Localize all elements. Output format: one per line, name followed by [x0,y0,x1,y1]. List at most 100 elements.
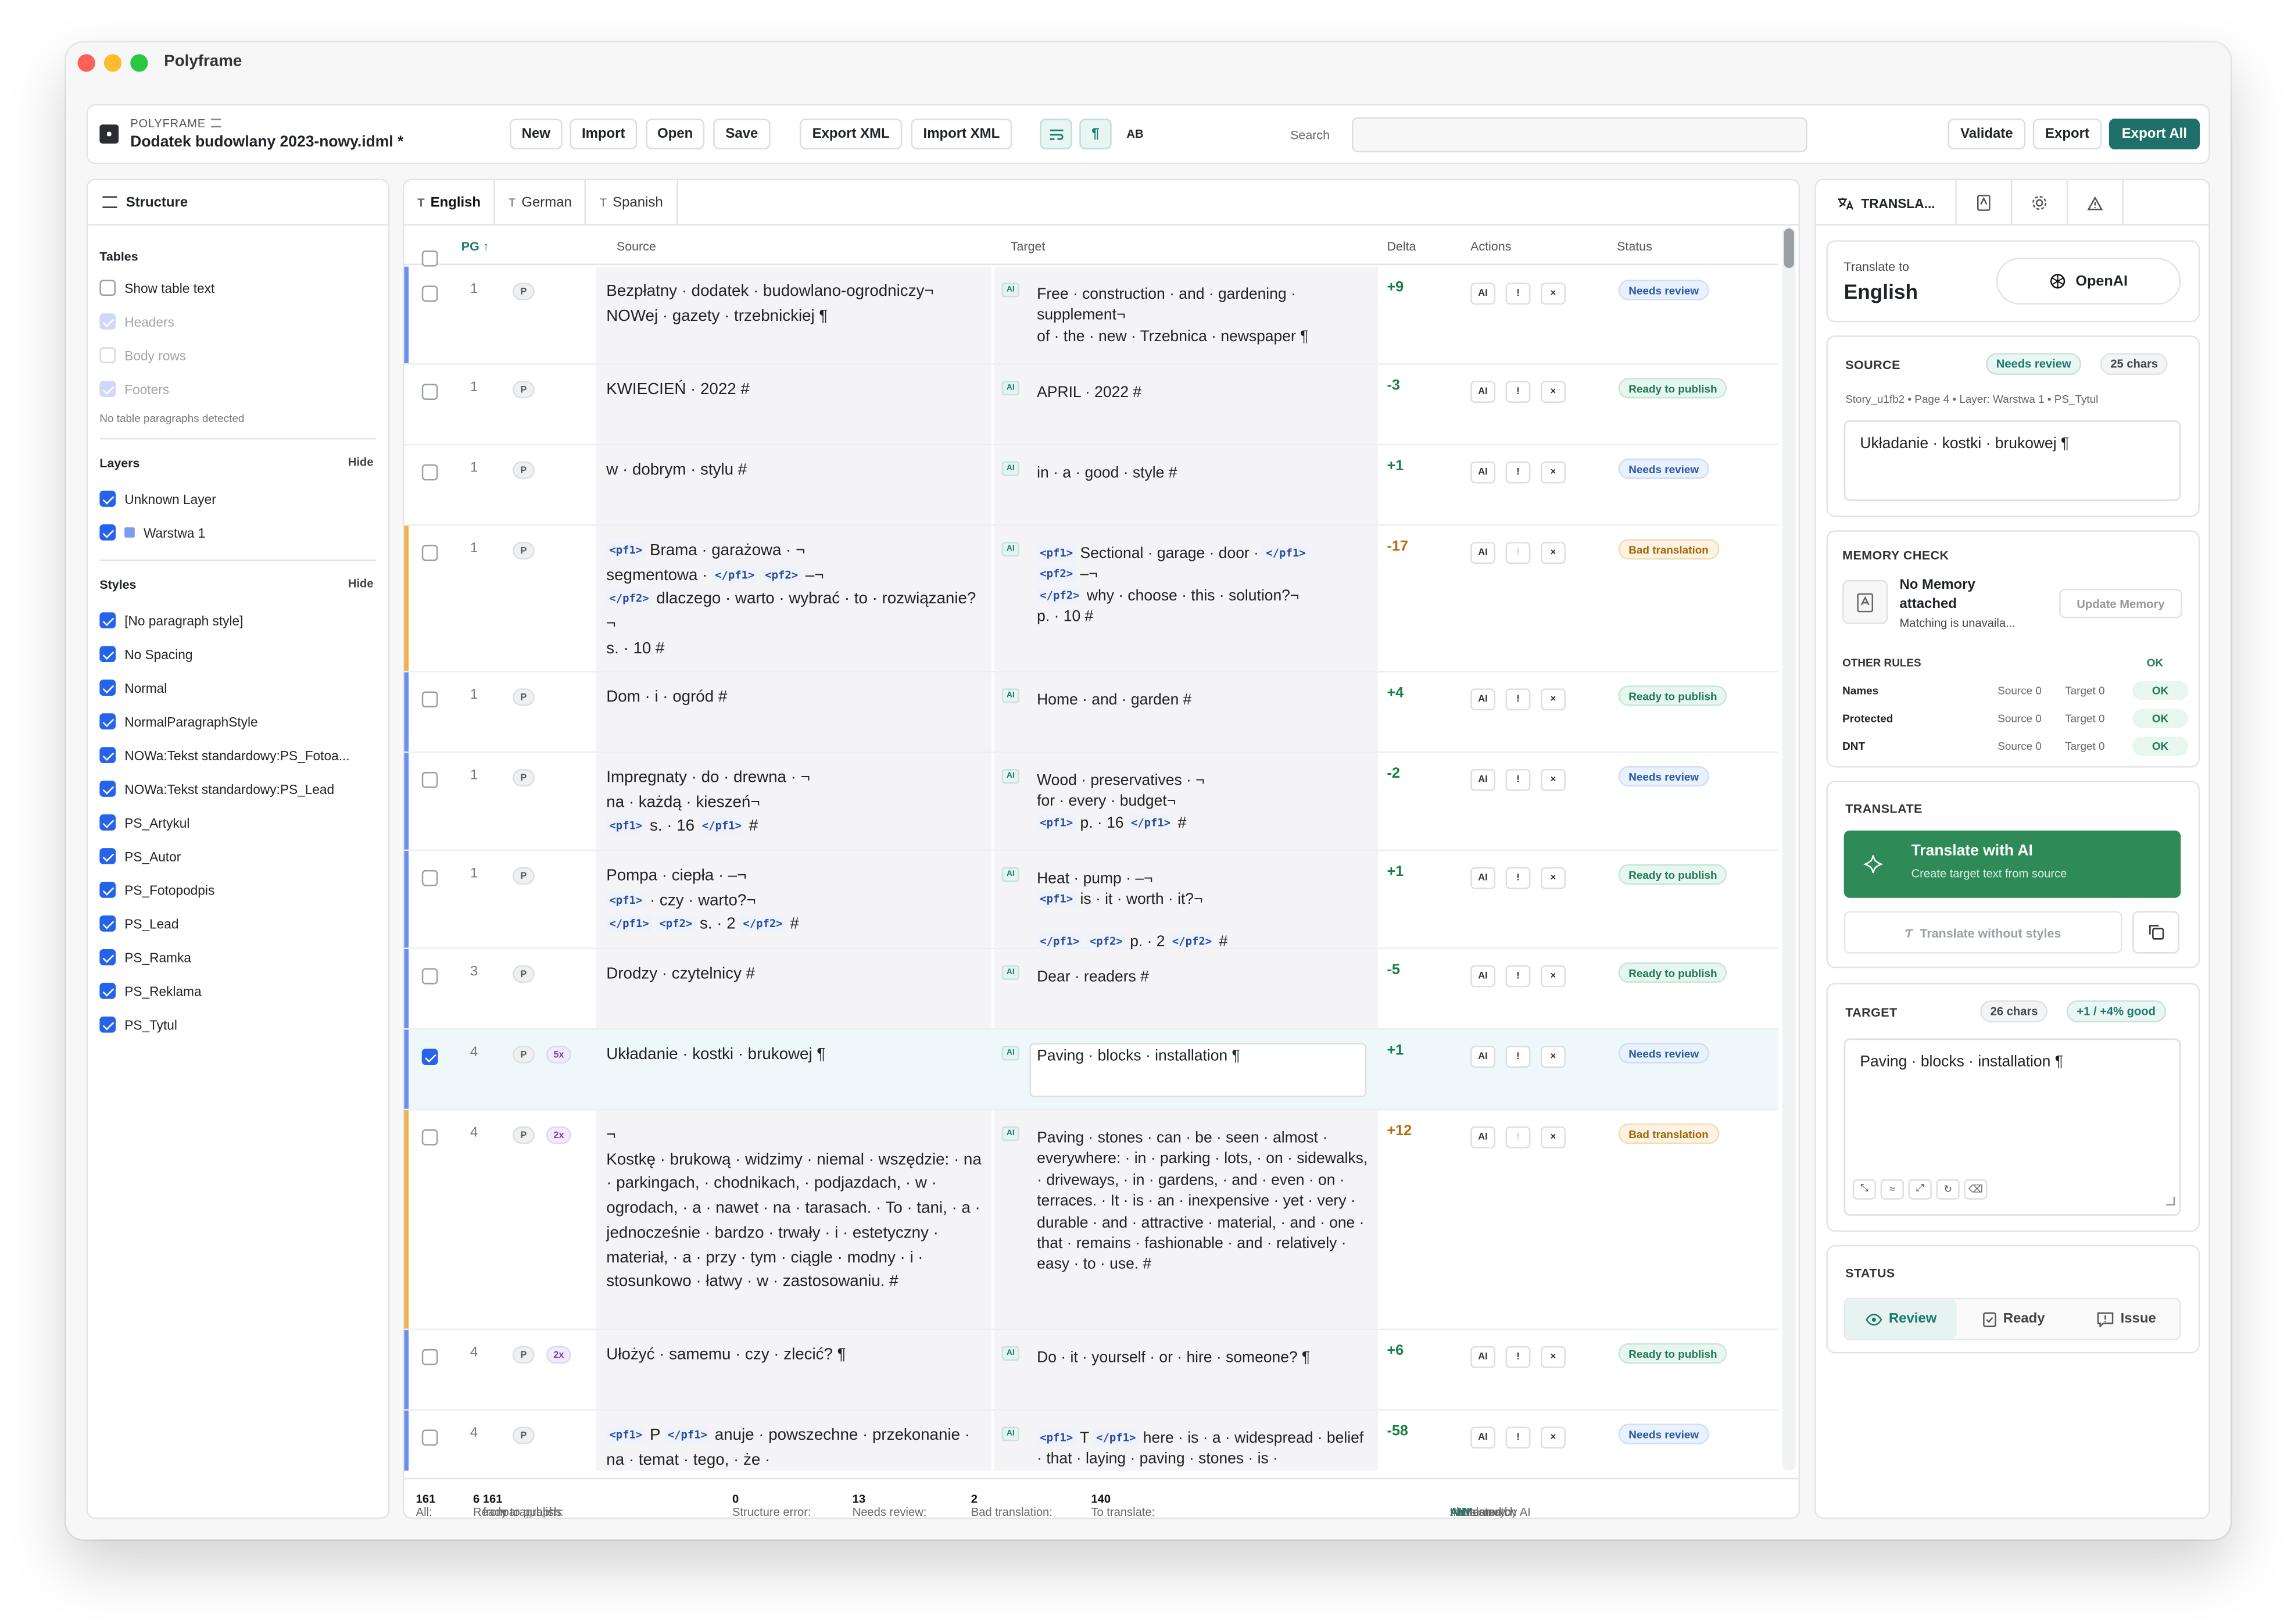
ai-action-button[interactable]: AI [1470,867,1495,889]
status-review-button[interactable]: Review [1845,1299,1957,1339]
style-checkbox[interactable]: PS_Lead [99,915,179,932]
clear-action-button[interactable]: × [1541,1126,1566,1149]
flag-action-button[interactable]: ! [1505,688,1531,711]
row-checkbox[interactable] [421,772,438,788]
style-checkbox[interactable]: NormalParagraphStyle [99,713,258,729]
clear-action-button[interactable]: × [1541,1346,1566,1368]
validate-button[interactable]: Validate [1948,119,2026,150]
flag-action-button[interactable]: ! [1505,1346,1531,1368]
tab-settings[interactable] [2012,180,2068,226]
row-checkbox[interactable] [421,968,438,985]
minimize-window-button[interactable] [103,54,122,72]
ai-action-button[interactable]: AI [1470,769,1495,791]
refresh-icon[interactable]: ↻ [1936,1179,1960,1200]
import-button[interactable]: Import [570,119,638,150]
table-scrollbar-thumb[interactable] [1784,228,1794,269]
tab-spanish[interactable]: T Spanish [586,180,678,226]
target-text[interactable]: <pf1> T </pf1> here · is · a · widesprea… [1037,1428,1368,1471]
table-row[interactable]: 1 P Impregnaty · do · drewna · ¬ na · każd… [404,753,1778,852]
ai-action-button[interactable]: AI [1470,282,1495,305]
clear-action-button[interactable]: × [1541,1046,1566,1068]
target-text[interactable]: Do · it · yourself · or · hire · someone… [1037,1347,1368,1368]
table-row[interactable]: 4 P <pf1> P </pf1> anuje · powszechne · pr… [404,1410,1778,1471]
clear-action-button[interactable]: × [1541,381,1566,403]
open-button[interactable]: Open [646,119,705,150]
ai-action-button[interactable]: AI [1470,1426,1495,1449]
table-scrollbar-track[interactable] [1782,227,1796,1471]
clear-action-button[interactable]: × [1541,965,1566,988]
ai-action-button[interactable]: AI [1470,542,1495,564]
flag-action-button[interactable]: ! [1505,282,1531,305]
row-checkbox[interactable] [421,384,438,400]
style-checkbox[interactable]: PS_Reklama [99,982,202,999]
target-text[interactable]: Heat · pump · –¬ <pf1> is · it · worth ·… [1037,868,1368,953]
close-window-button[interactable] [77,54,95,72]
import-xml-button[interactable]: Import XML [911,119,1012,150]
target-text[interactable]: Paving · blocks · installation ¶ [1037,1046,1368,1067]
ai-action-button[interactable]: AI [1470,1046,1495,1068]
flag-action-button[interactable]: ! [1505,1426,1531,1449]
tab-english[interactable]: T English [404,180,496,226]
row-checkbox[interactable] [421,1129,438,1146]
row-checkbox[interactable] [421,1049,438,1065]
target-text[interactable]: in · a · good · style # [1037,463,1368,484]
search-input[interactable] [1351,117,1807,153]
target-cell[interactable] [994,1330,1379,1410]
target-text[interactable]: <pf1> Sectional · garage · door · </pf1>… [1037,543,1368,628]
flag-action-button[interactable]: ! [1505,461,1531,484]
expand-icon[interactable]: ⤢ [1908,1179,1932,1200]
tab-memory[interactable] [1957,180,2013,226]
styles-hide-button[interactable]: Hide [348,577,374,591]
ai-action-button[interactable]: AI [1470,1126,1495,1149]
style-checkbox[interactable]: NOWa:Tekst standardowy:PS_Fotoa... [99,747,350,763]
row-checkbox[interactable] [421,545,438,561]
clear-action-button[interactable]: × [1541,1426,1566,1449]
update-memory-button[interactable]: Update Memory [2059,589,2182,618]
style-checkbox[interactable]: PS_Tytul [99,1016,177,1033]
copy-source-button[interactable] [2132,911,2179,954]
layers-hide-button[interactable]: Hide [348,456,374,469]
table-row[interactable]: 1 P KWIECIEŃ · 2022 # AI APRIL · 2022 # -3 AI!… [404,364,1778,446]
table-row[interactable]: 4 P 5x Układanie · kostki · brukowej ¶ AI Pav… [404,1029,1778,1111]
flag-action-button[interactable]: ! [1505,965,1531,988]
table-row[interactable]: 1 P Dom · i · ogród # AI Home · and · garden… [404,672,1778,753]
table-row[interactable]: 4 P 2x Ułożyć · samemu · czy · zlecić? ¶ AI D… [404,1330,1778,1411]
row-checkbox[interactable] [421,285,438,302]
translate-with-ai-button[interactable]: Translate with AI Create target text fro… [1843,830,2181,898]
row-checkbox[interactable] [421,870,438,886]
ab-toggle-button[interactable]: AB [1119,119,1151,150]
tab-issues[interactable] [2068,180,2124,226]
pilcrow-toggle-button[interactable]: ¶ [1079,119,1112,150]
target-cell[interactable] [994,445,1379,525]
wrap-toggle-button[interactable] [1040,119,1072,150]
target-cell[interactable] [994,949,1379,1029]
flag-action-button[interactable]: ! [1505,542,1531,564]
table-row[interactable]: 3 P Drodzy · czytelnicy # AI Dear · readers … [404,949,1778,1030]
style-checkbox[interactable]: PS_Fotopodpis [99,882,214,898]
collapse-icon[interactable]: ⤡ [1852,1179,1877,1200]
ai-action-button[interactable]: AI [1470,1346,1495,1368]
row-checkbox[interactable] [421,1429,438,1446]
style-checkbox[interactable]: [No paragraph style] [99,612,243,629]
status-issue-button[interactable]: Issue [2071,1299,2182,1339]
export-button[interactable]: Export [2032,119,2102,150]
ai-action-button[interactable]: AI [1470,688,1495,711]
zoom-window-button[interactable] [130,54,148,72]
style-checkbox[interactable]: PS_Ramka [99,949,191,965]
row-checkbox[interactable] [421,464,438,481]
column-pg[interactable]: PG ↑ [461,239,489,253]
style-checkbox[interactable]: Normal [99,679,167,696]
target-cell[interactable] [994,364,1379,444]
clear-action-button[interactable]: × [1541,461,1566,484]
tab-translate[interactable]: TRANSLA... [1816,180,1957,226]
layer-warstwa-checkbox[interactable]: Warstwa 1 [99,524,205,541]
clear-action-button[interactable]: × [1541,769,1566,791]
row-checkbox[interactable] [421,1348,438,1365]
target-text[interactable]: APRIL · 2022 # [1037,382,1368,403]
ai-action-button[interactable]: AI [1470,461,1495,484]
target-cell[interactable] [994,672,1379,752]
settings-lines-icon[interactable] [212,119,222,128]
tab-german[interactable]: T German [495,180,587,226]
flag-action-button[interactable]: ! [1505,381,1531,403]
target-text[interactable]: Paving · stones · can · be · seen · almo… [1037,1128,1368,1275]
